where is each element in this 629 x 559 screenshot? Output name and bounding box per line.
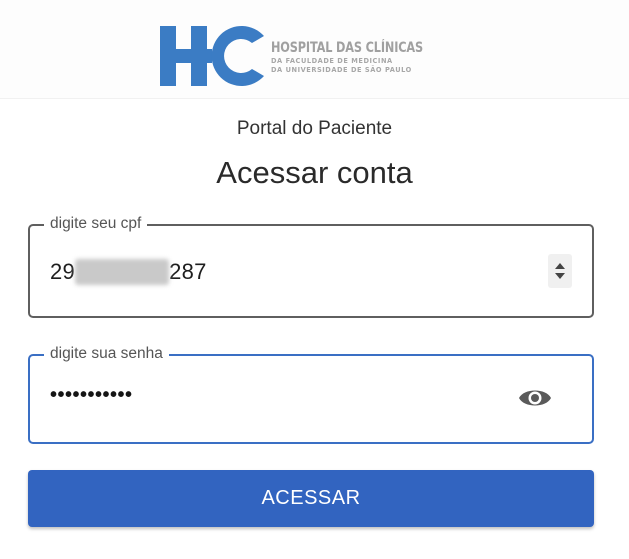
cpf-value-start: 29: [50, 259, 76, 284]
cpf-redaction-blur: [75, 259, 170, 285]
portal-subtitle: Portal do Paciente: [236, 118, 393, 139]
cpf-field[interactable]: digite seu cpf 29 287: [28, 215, 594, 318]
hospital-name-line2: DA FACULDADE DE MEDICINA: [271, 56, 393, 65]
cpf-field-label: digite seu cpf: [44, 215, 148, 233]
header: HOSPITAL DAS CLÍNICAS DA FACULDADE DE ME…: [0, 0, 629, 99]
cpf-value-end: 287: [169, 259, 207, 284]
password-field[interactable]: digite sua senha •••••••••••: [28, 345, 594, 444]
cpf-value[interactable]: 29 287: [50, 259, 207, 285]
hospital-name-line1: HOSPITAL DAS CLÍNICAS: [271, 40, 424, 56]
acessar-button[interactable]: ACESSAR: [28, 470, 594, 527]
password-field-label: digite sua senha: [44, 345, 169, 363]
eye-icon[interactable]: [518, 385, 552, 411]
password-value[interactable]: •••••••••••: [50, 384, 133, 407]
hospital-name-line3: DA UNIVERSIDADE DE SÃO PAULO: [271, 65, 412, 74]
spinner-up-icon[interactable]: [555, 263, 565, 269]
hc-monogram-icon: [160, 26, 264, 87]
page-title: Acessar conta: [216, 155, 413, 190]
spinner-down-icon[interactable]: [555, 273, 565, 279]
number-spinner-icon[interactable]: [548, 254, 572, 288]
hospital-name: HOSPITAL DAS CLÍNICAS DA FACULDADE DE ME…: [271, 40, 471, 74]
hospital-logo: HOSPITAL DAS CLÍNICAS DA FACULDADE DE ME…: [160, 14, 465, 92]
